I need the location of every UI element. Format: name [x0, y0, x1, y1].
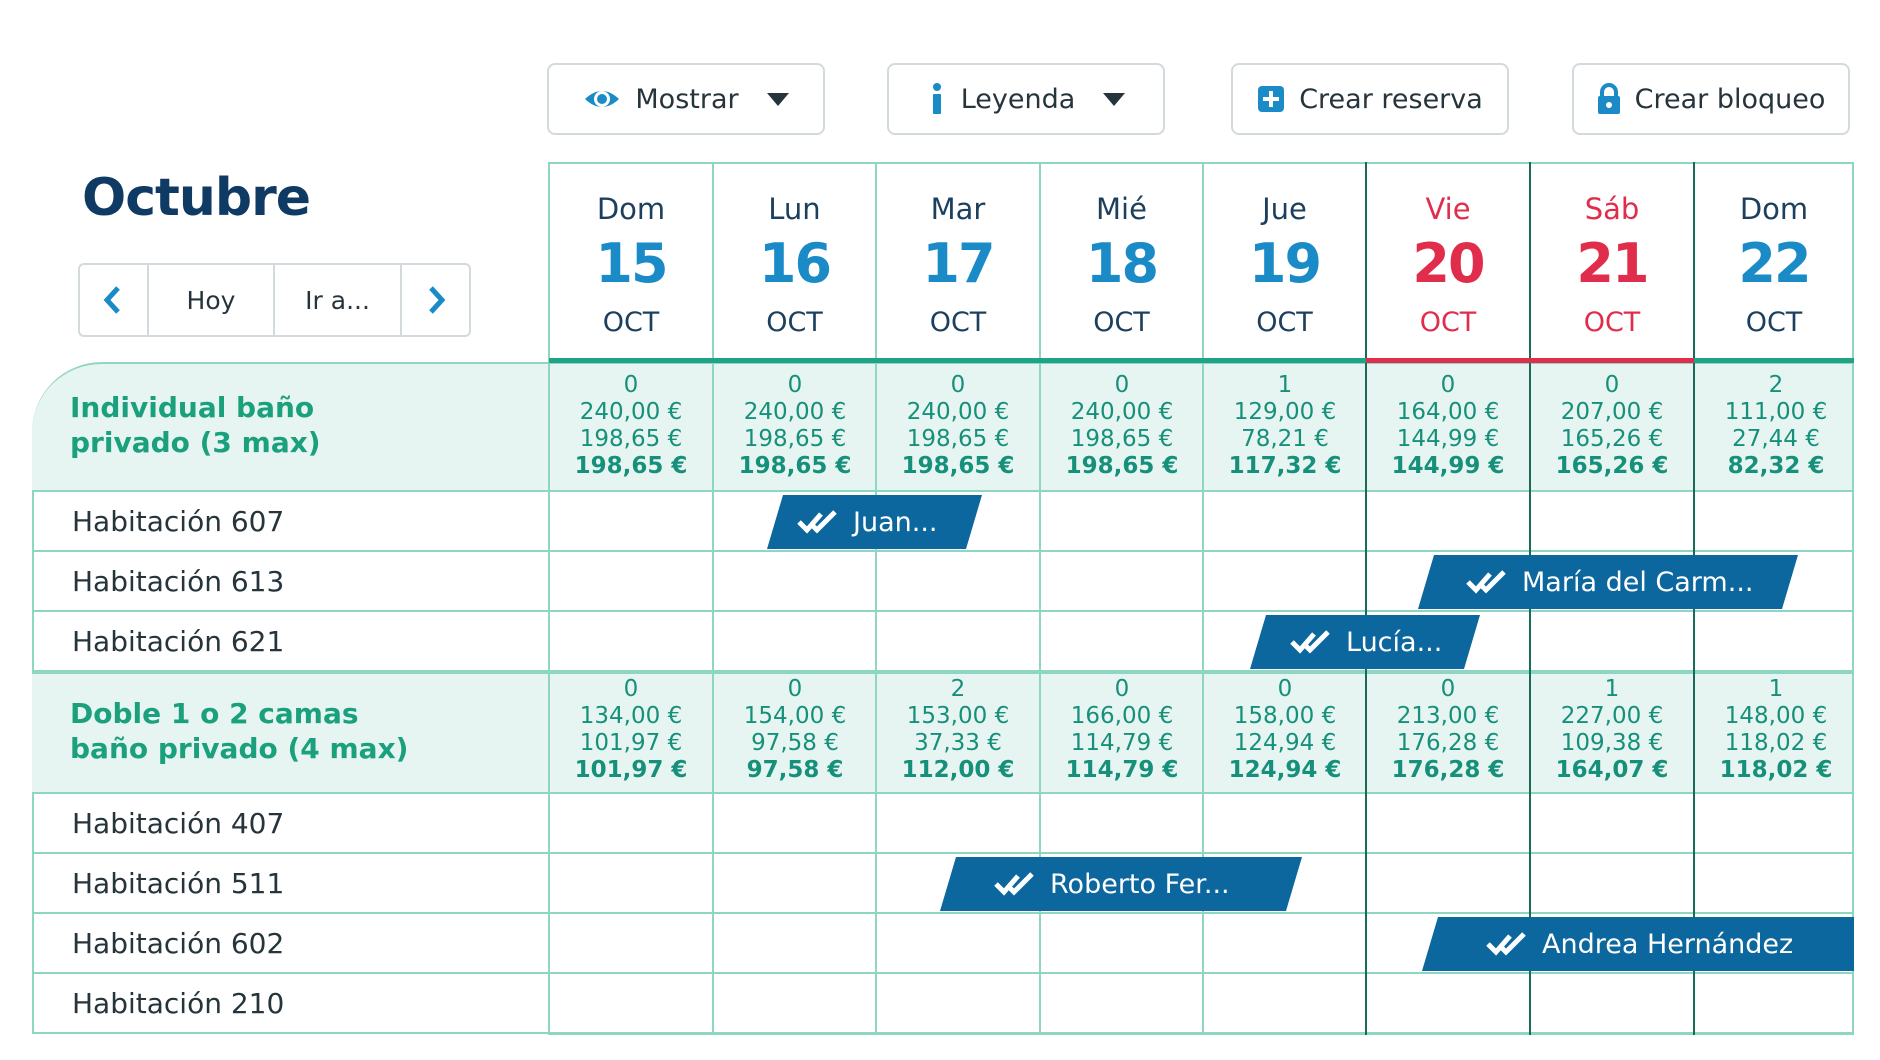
- booking-bar[interactable]: Roberto Fer...: [940, 857, 1302, 911]
- day-name: Sáb: [1584, 192, 1640, 226]
- category-name: Doble 1 o 2 camas baño privado (4 max): [70, 696, 408, 766]
- double-check-icon: [994, 872, 1038, 896]
- next-button[interactable]: [402, 265, 469, 335]
- day-header[interactable]: Mié 18 OCT: [1040, 162, 1203, 362]
- show-button[interactable]: Mostrar: [547, 63, 825, 135]
- day-header[interactable]: Vie 20 OCT: [1366, 162, 1530, 362]
- room-name: Habitación 210: [72, 987, 285, 1020]
- goto-button[interactable]: Ir a...: [275, 265, 403, 335]
- day-month: OCT: [929, 307, 987, 338]
- booking-guest: Andrea Hernández: [1542, 928, 1794, 960]
- row-border: [32, 492, 34, 672]
- today-button[interactable]: Hoy: [146, 265, 276, 335]
- day-name: Jue: [1262, 192, 1307, 226]
- day-name: Vie: [1425, 192, 1471, 226]
- chevron-left-icon: [104, 286, 121, 314]
- day-header[interactable]: Dom 22 OCT: [1694, 162, 1854, 362]
- day-month: OCT: [1419, 307, 1477, 338]
- day-header[interactable]: Jue 19 OCT: [1203, 162, 1366, 362]
- chevron-down-icon: [1103, 92, 1126, 106]
- create-booking-button[interactable]: Crear reserva: [1231, 63, 1509, 135]
- day-header[interactable]: Dom 15 OCT: [549, 162, 713, 362]
- date-navigator: Hoy Ir a...: [78, 263, 471, 337]
- day-header[interactable]: Lun 16 OCT: [713, 162, 876, 362]
- eye-icon: [583, 86, 621, 112]
- day-month: OCT: [766, 307, 823, 338]
- day-number: 19: [1248, 232, 1322, 295]
- legend-label: Leyenda: [960, 83, 1076, 115]
- double-check-icon: [1486, 932, 1530, 956]
- create-block-button[interactable]: Crear bloqueo: [1572, 63, 1850, 135]
- day-number: 22: [1738, 232, 1811, 295]
- day-number: 18: [1085, 232, 1159, 295]
- room-name: Habitación 607: [72, 505, 285, 538]
- day-underline: [549, 358, 713, 363]
- day-month: OCT: [1745, 307, 1803, 338]
- room-name: Habitación 602: [72, 927, 285, 960]
- day-name: Mar: [930, 192, 986, 226]
- day-underline: [1203, 358, 1366, 363]
- lock-icon: [1597, 83, 1621, 115]
- day-number: 17: [922, 232, 995, 295]
- day-month: OCT: [602, 307, 660, 338]
- day-number: 20: [1412, 232, 1485, 295]
- row-border: [32, 794, 34, 1034]
- category-name: Individual baño privado (3 max): [70, 390, 321, 460]
- day-underline: [876, 358, 1040, 363]
- double-check-icon: [1290, 630, 1334, 654]
- info-icon: [927, 82, 947, 116]
- booking-bar[interactable]: Andrea Hernández: [1422, 917, 1854, 971]
- room-name: Habitación 511: [72, 867, 285, 900]
- prev-button[interactable]: [80, 265, 147, 335]
- room-name: Habitación 621: [72, 625, 285, 658]
- day-month: OCT: [1583, 307, 1641, 338]
- show-label: Mostrar: [635, 83, 739, 115]
- day-number: 21: [1576, 232, 1649, 295]
- day-month: OCT: [1093, 307, 1150, 338]
- booking-guest: María del Carm...: [1522, 566, 1754, 598]
- chevron-right-icon: [428, 286, 445, 314]
- category-name-line1: Individual baño: [70, 391, 315, 424]
- category-name-line2: baño privado (4 max): [70, 732, 409, 765]
- day-underline: [1694, 358, 1854, 363]
- category-name-line2: privado (3 max): [70, 426, 321, 459]
- day-underline: [1530, 358, 1694, 363]
- plus-square-icon: [1257, 85, 1285, 113]
- day-header[interactable]: Sáb 21 OCT: [1530, 162, 1694, 362]
- create-booking-label: Crear reserva: [1299, 83, 1483, 115]
- double-check-icon: [1466, 570, 1510, 594]
- day-name: Dom: [1739, 192, 1809, 226]
- booking-bar[interactable]: María del Carm...: [1418, 555, 1798, 609]
- day-underline: [713, 358, 876, 363]
- room-name: Habitación 613: [72, 565, 285, 598]
- category-name-line1: Doble 1 o 2 camas: [70, 697, 359, 730]
- create-block-label: Crear bloqueo: [1634, 83, 1826, 115]
- day-header[interactable]: Mar 17 OCT: [876, 162, 1040, 362]
- booking-bar[interactable]: Lucía...: [1250, 615, 1480, 669]
- room-name: Habitación 407: [72, 807, 285, 840]
- booking-guest: Lucía...: [1346, 626, 1443, 658]
- day-name: Lun: [768, 192, 821, 226]
- legend-button[interactable]: Leyenda: [887, 63, 1165, 135]
- chevron-down-icon: [766, 92, 789, 106]
- day-underline: [1040, 358, 1203, 363]
- day-month: OCT: [1256, 307, 1313, 338]
- double-check-icon: [797, 510, 841, 534]
- booking-guest: Juan...: [853, 506, 938, 538]
- booking-bar[interactable]: Juan...: [767, 495, 982, 549]
- day-underline: [1366, 358, 1530, 363]
- day-name: Dom: [596, 192, 666, 226]
- day-number: 15: [595, 232, 668, 295]
- day-number: 16: [758, 232, 832, 295]
- month-title: Octubre: [82, 168, 311, 228]
- day-name: Mié: [1096, 192, 1147, 226]
- booking-guest: Roberto Fer...: [1050, 868, 1230, 900]
